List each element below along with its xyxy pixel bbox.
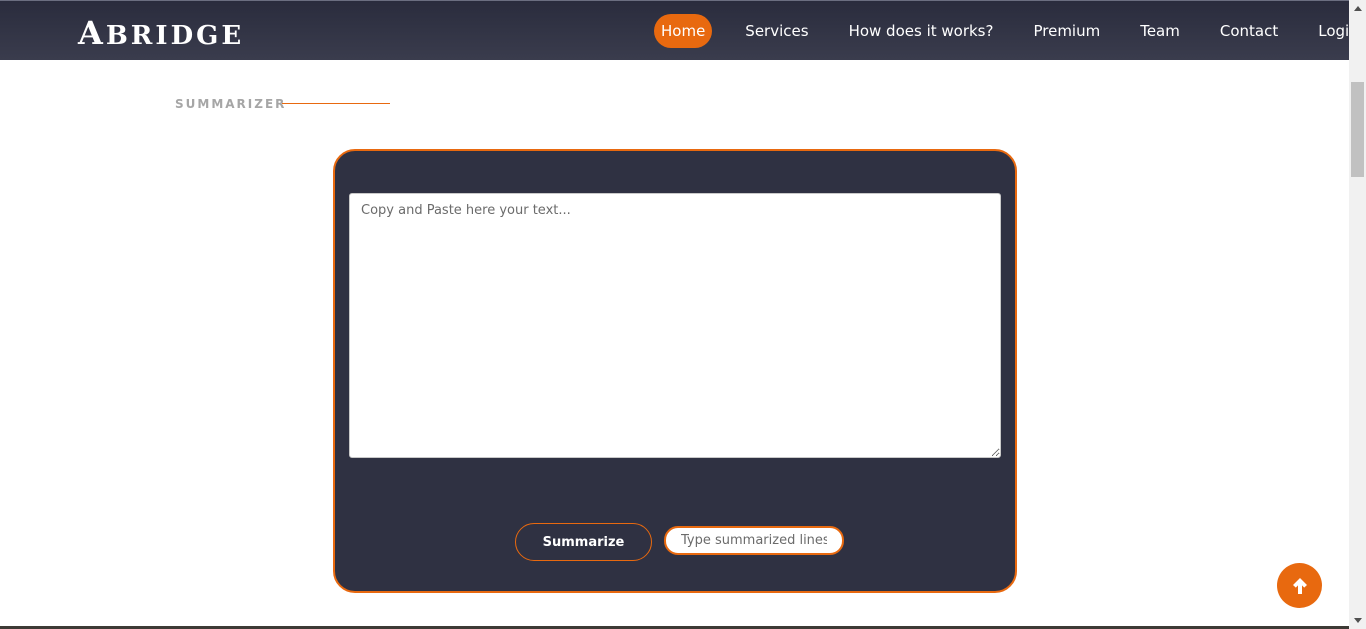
section-title-underline	[282, 103, 390, 104]
summarizer-card: Summarize	[333, 149, 1017, 593]
page-scrollbar[interactable]	[1349, 0, 1366, 629]
triangle-down-icon	[1353, 618, 1362, 623]
summarize-button[interactable]: Summarize	[515, 523, 652, 561]
nav-item-how-it-works[interactable]: How does it works?	[842, 14, 1001, 48]
triangle-up-icon	[1353, 6, 1362, 11]
section-title: SUMMARIZER	[175, 97, 287, 111]
nav-item-team[interactable]: Team	[1133, 14, 1187, 48]
text-input-area[interactable]	[349, 193, 1001, 458]
nav-item-home[interactable]: Home	[654, 14, 713, 48]
brand-logo[interactable]: ABRIDGE	[78, 14, 244, 52]
arrow-up-icon	[1292, 577, 1307, 594]
scroll-down-button[interactable]	[1349, 612, 1366, 629]
nav-item-services[interactable]: Services	[738, 14, 815, 48]
brand-first-letter: A	[78, 14, 106, 52]
brand-rest: BRIDGE	[105, 21, 245, 51]
nav-item-premium[interactable]: Premium	[1026, 14, 1107, 48]
scrollbar-thumb[interactable]	[1351, 82, 1364, 177]
scroll-up-button[interactable]	[1349, 0, 1366, 17]
summarized-lines-input[interactable]	[664, 526, 844, 555]
back-to-top-button[interactable]	[1277, 563, 1322, 608]
top-navbar: ABRIDGE Home Services How does it works?…	[0, 0, 1359, 60]
nav-item-contact[interactable]: Contact	[1213, 14, 1285, 48]
main-nav: Home Services How does it works? Premium…	[654, 14, 1366, 48]
